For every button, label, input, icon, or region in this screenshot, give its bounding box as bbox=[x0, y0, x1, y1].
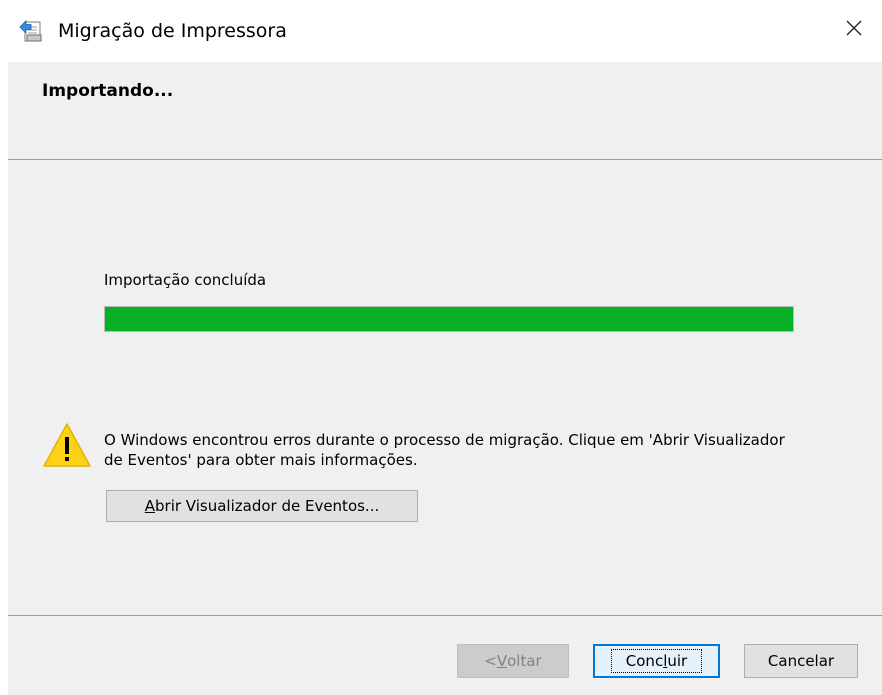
focus-ring: Concluir bbox=[610, 649, 703, 673]
back-prefix: < bbox=[484, 652, 497, 670]
wizard-content: Importação concluída O Windows encontrou… bbox=[8, 160, 882, 616]
cancel-button[interactable]: Cancelar bbox=[744, 644, 858, 678]
back-button[interactable]: < Voltar bbox=[457, 644, 569, 678]
open-event-viewer-button[interactable]: Abrir Visualizador de Eventos... bbox=[106, 490, 418, 522]
window-title: Migração de Impressora bbox=[58, 20, 287, 42]
back-label: oltar bbox=[507, 652, 542, 670]
access-key: V bbox=[496, 652, 508, 670]
wizard-header: Importando... bbox=[8, 62, 882, 160]
wizard-footer: < Voltar Concluir Cancelar bbox=[8, 616, 882, 695]
printer-migration-icon bbox=[18, 18, 44, 44]
progress-label: Importação concluída bbox=[104, 271, 267, 289]
finish-button[interactable]: Concluir bbox=[593, 644, 720, 678]
title-bar: Migração de Impressora bbox=[0, 0, 882, 62]
printer-migration-window: Migração de Impressora Importando... Imp… bbox=[0, 0, 882, 695]
progress-bar-fill bbox=[105, 307, 793, 331]
access-key: A bbox=[144, 497, 156, 515]
page-title: Importando... bbox=[42, 81, 174, 101]
warning-icon bbox=[42, 422, 92, 468]
finish-label: uir bbox=[667, 652, 688, 670]
progress-bar bbox=[104, 306, 794, 332]
warning-message: O Windows encontrou erros durante o proc… bbox=[104, 431, 785, 469]
close-icon bbox=[845, 19, 863, 41]
finish-prefix: Conc bbox=[625, 652, 664, 670]
close-button[interactable] bbox=[836, 12, 872, 48]
button-label: brir Visualizador de Eventos... bbox=[155, 497, 380, 515]
